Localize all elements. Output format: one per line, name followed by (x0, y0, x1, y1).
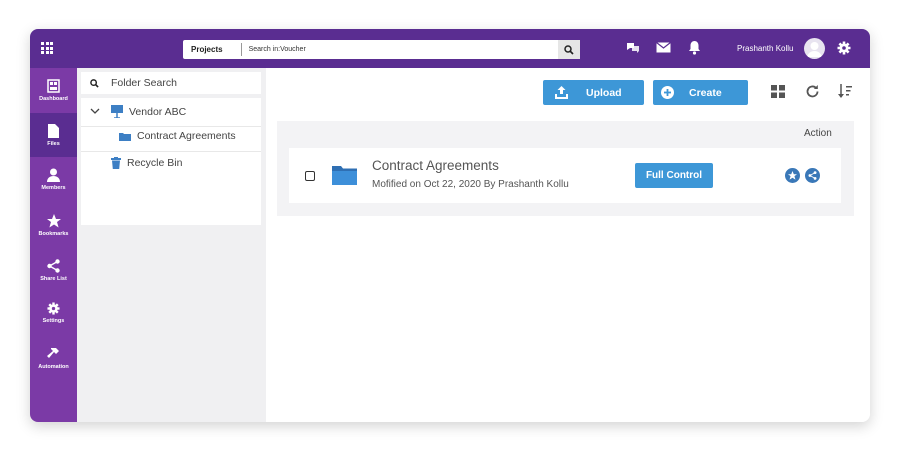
nav-label-bookmarks: Bookmarks (38, 230, 69, 237)
upload-button-label: Upload (586, 86, 622, 99)
app-grid-icon[interactable] (41, 42, 53, 54)
nav-item-settings[interactable]: Settings (30, 291, 77, 335)
create-button[interactable]: Create (653, 80, 748, 105)
global-search-bar[interactable]: Projects Search in:Voucher (183, 40, 580, 59)
project-folder-icon (111, 105, 123, 118)
permission-badge-button[interactable]: Full Control (635, 163, 713, 188)
nav-label-dashboard: Dashboard (39, 95, 68, 102)
action-column-header: Action (804, 128, 832, 139)
user-name[interactable]: Prashanth Kollu (737, 44, 793, 53)
nav-label-settings: Settings (42, 318, 65, 324)
nav-label-automation: Automation (38, 363, 69, 370)
tree-label-contract-agreements: Contract Agreements (137, 130, 236, 142)
avatar[interactable] (804, 38, 825, 59)
user-avatar-icon (807, 42, 822, 57)
projects-scope-label[interactable]: Projects (183, 45, 241, 54)
list-item[interactable]: Contract Agreements Mofified on Oct 22, … (289, 148, 841, 203)
nav-item-bookmarks[interactable]: Bookmarks (30, 203, 77, 247)
person-icon (47, 168, 60, 182)
refresh-icon[interactable] (805, 84, 820, 99)
plus-circle-icon (661, 86, 674, 99)
tree-divider (81, 151, 261, 152)
nav-item-files[interactable]: Files (30, 113, 77, 157)
search-button[interactable] (558, 40, 580, 59)
nav-item-dashboard[interactable]: Dashboard (30, 68, 77, 112)
chevron-down-icon[interactable] (90, 108, 100, 115)
search-input[interactable]: Search in:Voucher (242, 46, 558, 53)
hammer-icon (46, 347, 59, 358)
upload-icon (555, 86, 568, 99)
chat-icon[interactable] (626, 41, 640, 55)
left-navigation: Dashboard Files Members Bookmarks Share … (30, 68, 77, 422)
search-icon (564, 44, 574, 55)
nav-item-share-list[interactable]: Share List (30, 248, 77, 292)
tree-divider (81, 126, 261, 127)
grid-view-icon[interactable] (771, 85, 785, 98)
top-bar: Projects Search in:Voucher Prashanth Kol… (30, 29, 870, 68)
upload-button[interactable]: Upload (543, 80, 644, 105)
nav-label-files: Files (47, 140, 60, 147)
folder-tree-panel: Folder Search Vendor ABC Contract Agreem… (77, 68, 266, 422)
tree-label-vendor-abc: Vendor ABC (129, 105, 187, 118)
create-button-label: Create (689, 86, 722, 99)
trash-icon (111, 157, 121, 169)
bell-icon[interactable] (688, 40, 701, 55)
share-button[interactable] (805, 168, 820, 183)
file-list-panel: Action Contract Agreements Mofified on O… (277, 121, 854, 216)
nav-label-share-list: Share List (40, 275, 67, 282)
bookmark-button[interactable] (785, 168, 800, 183)
tree-item-vendor-abc[interactable]: Vendor ABC (90, 105, 186, 118)
row-modified-info: Mofified on Oct 22, 2020 By Prashanth Ko… (372, 179, 569, 190)
search-icon (90, 78, 99, 88)
nav-item-members[interactable]: Members (30, 157, 77, 201)
row-title[interactable]: Contract Agreements (372, 158, 499, 173)
sort-icon[interactable] (838, 84, 852, 99)
nav-label-members: Members (41, 184, 66, 191)
gear-icon (47, 302, 60, 315)
folder-icon (119, 132, 131, 141)
file-icon (48, 123, 59, 138)
row-checkbox[interactable] (305, 171, 315, 181)
star-icon (46, 213, 61, 227)
dashboard-icon (47, 78, 60, 93)
star-icon (788, 171, 797, 180)
tree-item-contract-agreements[interactable]: Contract Agreements (119, 130, 236, 142)
share-icon (808, 171, 817, 180)
folder-icon (332, 166, 357, 185)
folder-search-placeholder: Folder Search (111, 77, 177, 89)
mail-icon[interactable] (656, 42, 671, 53)
share-icon (47, 258, 60, 273)
folder-search-input[interactable]: Folder Search (81, 72, 261, 94)
gear-icon[interactable] (837, 41, 851, 55)
nav-item-automation[interactable]: Automation (30, 336, 77, 380)
tree-label-recycle-bin: Recycle Bin (127, 157, 183, 169)
main-content: Upload Create Action Contract Agreements… (266, 68, 870, 422)
tree-item-recycle-bin[interactable]: Recycle Bin (111, 157, 182, 169)
app-window: Projects Search in:Voucher Prashanth Kol… (30, 29, 870, 422)
folder-tree: Vendor ABC Contract Agreements Recycle B… (81, 98, 261, 225)
